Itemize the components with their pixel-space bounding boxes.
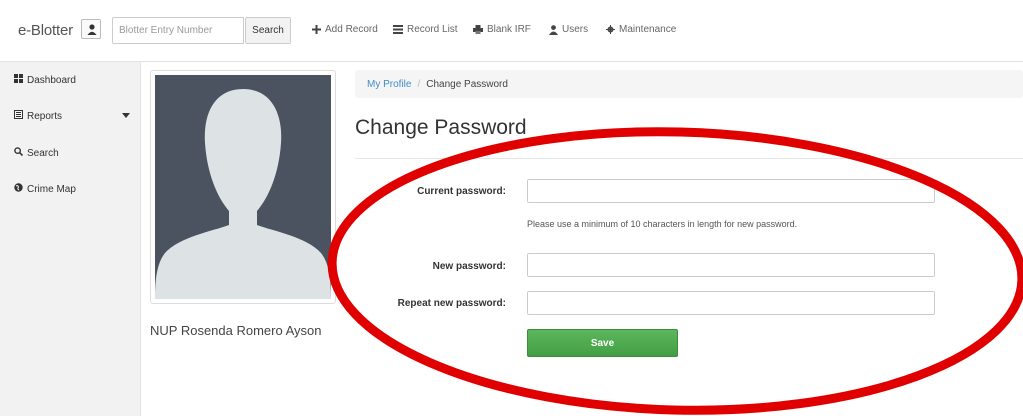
profile-avatar (150, 70, 336, 304)
new-password-label: New password: (432, 261, 506, 272)
current-password-label: Current password: (417, 186, 506, 197)
nav-add-record-label: Add Record (325, 24, 378, 35)
nav-users[interactable]: Users (549, 24, 588, 35)
nav-add-record[interactable]: Add Record (312, 24, 378, 35)
breadcrumb-separator: / (417, 78, 421, 90)
cog-icon (606, 25, 615, 34)
sidebar-item-dashboard[interactable]: Dashboard (14, 74, 76, 86)
sidebar-item-search[interactable]: Search (14, 147, 59, 159)
breadcrumb-current: Change Password (426, 78, 508, 90)
nav-record-list-label: Record List (407, 24, 458, 35)
search-button[interactable]: Search (245, 17, 291, 44)
new-password-field[interactable] (527, 253, 935, 277)
sidebar-item-crime-map[interactable]: Crime Map (14, 183, 76, 195)
profile-name: NUP Rosenda Romero Ayson (150, 323, 322, 338)
dashboard-icon (14, 74, 23, 86)
sidebar-item-dashboard-label: Dashboard (27, 74, 76, 86)
avatar-placeholder-icon (155, 75, 331, 299)
nav-maintenance-label: Maintenance (619, 24, 677, 35)
page-title: Change Password (355, 116, 527, 139)
breadcrumb: My Profile / Change Password (355, 70, 1023, 98)
password-help-text: Please use a minimum of 10 characters in… (527, 219, 798, 229)
reports-icon (14, 110, 23, 122)
sidebar-item-crime-map-label: Crime Map (27, 183, 76, 195)
globe-icon (14, 183, 23, 195)
sidebar-item-reports-label: Reports (27, 110, 63, 122)
nav-blank-irf[interactable]: Blank IRF (473, 24, 531, 35)
plus-icon (312, 25, 321, 34)
user-icon (87, 24, 97, 35)
nav-maintenance[interactable]: Maintenance (606, 24, 676, 35)
title-divider (355, 158, 1023, 159)
chevron-down-icon[interactable] (122, 113, 130, 118)
nav-record-list[interactable]: Record List (393, 24, 458, 35)
breadcrumb-my-profile-link[interactable]: My Profile (367, 79, 411, 90)
sidebar-item-reports[interactable]: Reports (14, 110, 62, 122)
brand-title[interactable]: e-Blotter (18, 22, 73, 39)
user-profile-button[interactable] (81, 19, 101, 39)
nav-blank-irf-label: Blank IRF (487, 24, 531, 35)
blotter-search-input[interactable] (112, 17, 244, 44)
nav-users-label: Users (562, 24, 589, 35)
current-password-field[interactable] (527, 179, 935, 203)
user-icon (549, 24, 558, 35)
save-button[interactable]: Save (527, 329, 678, 357)
list-icon (393, 25, 403, 34)
sidebar-item-search-label: Search (27, 147, 59, 159)
repeat-password-field[interactable] (527, 291, 935, 315)
print-icon (473, 25, 483, 34)
search-icon (14, 147, 24, 159)
top-navbar: e-Blotter Search Add Record Record List … (0, 0, 1023, 62)
repeat-password-label: Repeat new password: (397, 298, 506, 309)
